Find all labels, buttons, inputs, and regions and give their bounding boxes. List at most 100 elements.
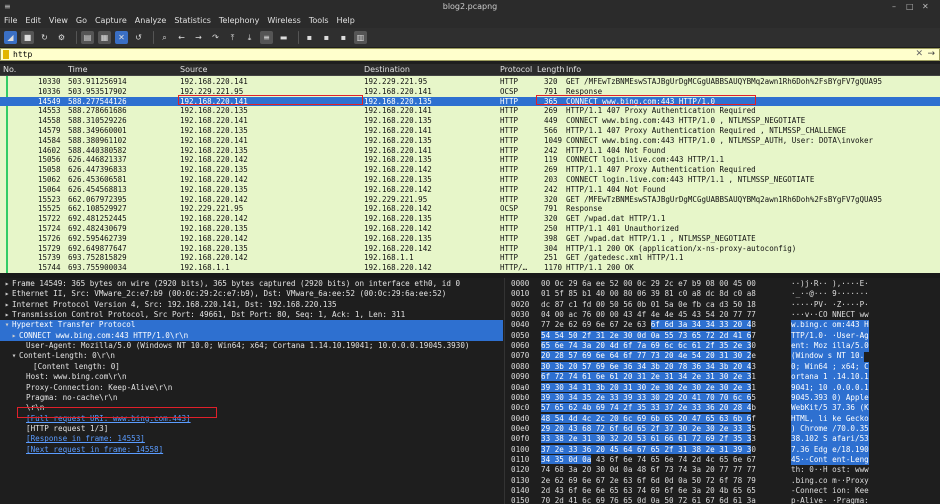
detail-line[interactable]: ▾ Hypertext Transfer Protocol — [0, 320, 503, 331]
find-packet-icon[interactable]: ⌕ — [158, 31, 171, 44]
menu-tools[interactable]: Tools — [309, 14, 329, 28]
menu-edit[interactable]: Edit — [25, 14, 41, 28]
detail-link[interactable]: [Response in frame: 14553] — [26, 434, 145, 443]
bytes-hex[interactable]: 39 30 34 31 3b 20 31 30 2e 30 2e 30 2e 3… — [541, 382, 756, 393]
resize-columns-icon[interactable]: ▥ — [354, 31, 367, 44]
bytes-ascii[interactable]: 45··Cont ent-Leng — [791, 454, 869, 466]
bytes-hex[interactable]: 01 5f 85 b1 40 00 80 06 39 81 c0 a8 dc 8… — [541, 289, 756, 299]
app-menu-icon[interactable]: ≡ — [4, 2, 11, 11]
bytes-hex[interactable]: 39 30 34 35 2e 33 39 33 30 29 20 41 70 7… — [541, 392, 756, 403]
bytes-hex[interactable]: 2d 43 6f 6e 6e 65 63 74 69 6f 6e 3a 20 4… — [541, 486, 756, 496]
bytes-ascii[interactable]: TTP/1.0· ·User-Ag — [791, 330, 869, 342]
zoom-in-icon[interactable]: ▪ — [303, 31, 316, 44]
bytes-ascii[interactable]: 38.102 S afari/53 — [791, 434, 869, 445]
bytes-hex[interactable]: 34 35 0d 0a 43 6f 6e 74 65 6e 74 2d 4c 6… — [541, 454, 756, 465]
bytes-hex[interactable]: 33 38 2e 31 30 32 20 53 61 66 61 72 69 2… — [541, 434, 756, 444]
menu-statistics[interactable]: Statistics — [174, 14, 211, 28]
maximize-icon[interactable]: □ — [906, 2, 914, 11]
detail-line[interactable]: ▸ Internet Protocol Version 4, Src: 192.1… — [0, 300, 503, 310]
column-header-source[interactable]: Source — [180, 65, 207, 74]
detail-line[interactable]: [Next request in frame: 14558] — [0, 445, 503, 455]
detail-line[interactable]: Proxy-Connection: Keep-Alive\r\n — [0, 383, 503, 393]
expand-icon[interactable]: ▸ — [2, 300, 12, 310]
menu-file[interactable]: File — [4, 14, 17, 28]
detail-line[interactable]: User-Agent: Mozilla/5.0 (Windows NT 10.0… — [0, 341, 503, 351]
bytes-ascii[interactable]: -Connect ion: Kee — [791, 486, 869, 496]
column-header-no[interactable]: No. — [3, 65, 16, 74]
bytes-ascii[interactable]: ·_··@··· 9······· — [791, 289, 869, 299]
close-icon[interactable]: ✕ — [922, 2, 929, 11]
packet-row[interactable]: 14584 588.380961102 192.168.220.141 192.168… — [0, 136, 940, 146]
go-forward-icon[interactable]: → — [192, 31, 205, 44]
menu-view[interactable]: View — [49, 14, 68, 28]
apply-filter-icon[interactable]: → — [927, 49, 935, 59]
bytes-hex[interactable]: 70 2d 41 6c 69 76 65 0d 0a 50 72 61 67 6… — [541, 496, 756, 504]
column-header-time[interactable]: Time — [68, 65, 88, 74]
bytes-ascii[interactable]: ) Chrome /70.0.35 — [791, 423, 869, 435]
column-header-length[interactable]: Length — [537, 65, 565, 74]
packet-row[interactable]: 15722 692.481252445 192.168.220.142 192.168… — [0, 214, 940, 224]
bytes-ascii[interactable]: 0; Win64 ; x64; C — [791, 361, 869, 373]
detail-line[interactable]: [Content length: 0] — [0, 362, 503, 372]
bytes-hex[interactable]: 57 65 62 4b 69 74 2f 35 33 37 2e 33 36 2… — [541, 403, 756, 413]
bytes-ascii[interactable]: p-Alive· ·Pragma: — [791, 496, 869, 504]
bytes-ascii[interactable]: w.bing.c om:443 H — [791, 320, 869, 331]
last-packet-icon[interactable]: ⤓ — [243, 31, 256, 44]
bytes-ascii[interactable]: 7.36 Edg e/18.190 — [791, 444, 869, 455]
bytes-hex[interactable]: 20 28 57 69 6e 64 6f 77 73 20 4e 54 20 3… — [541, 351, 756, 361]
packet-row[interactable]: 14549 588.277544126 192.168.220.141 192.168… — [0, 96, 940, 107]
detail-line[interactable]: ▾ Content-Length: 0\r\n — [0, 351, 503, 361]
bytes-hex[interactable]: 74 68 3a 20 30 0d 0a 48 6f 73 74 3a 20 7… — [541, 465, 756, 475]
display-filter-bar[interactable]: http ✕ → — [0, 48, 940, 61]
detail-line[interactable]: [HTTP request 1/3] — [0, 424, 503, 434]
filter-input[interactable]: http — [13, 50, 32, 59]
restart-capture-icon[interactable]: ↻ — [38, 31, 51, 44]
bytes-hex[interactable]: 04 00 ac 76 00 00 43 4f 4e 4e 45 43 54 2… — [541, 310, 756, 320]
bytes-hex[interactable]: 00 0c 29 6a ee 52 00 0c 29 2c e7 b9 08 0… — [541, 279, 756, 289]
menu-analyze[interactable]: Analyze — [135, 14, 167, 28]
packet-row[interactable]: 15729 692.649877647 192.168.220.135 192.168… — [0, 244, 940, 254]
packet-row[interactable]: 15062 626.453606581 192.168.220.142 192.168… — [0, 175, 940, 185]
capture-options-icon[interactable]: ⚙ — [55, 31, 68, 44]
packet-row[interactable]: 15064 626.454568813 192.168.220.135 192.168… — [0, 185, 940, 195]
go-to-packet-icon[interactable]: ↷ — [209, 31, 222, 44]
detail-line[interactable]: ▸ Frame 14549: 365 bytes on wire (2920 bi… — [0, 279, 503, 289]
menu-go[interactable]: Go — [76, 14, 87, 28]
bytes-hex[interactable]: 77 2e 62 69 6e 67 2e 63 6f 6d 3a 34 34 3… — [541, 320, 756, 330]
go-back-icon[interactable]: ← — [175, 31, 188, 44]
expand-icon[interactable]: ▸ — [9, 331, 19, 341]
bytes-hex[interactable]: 48 54 4d 4c 2c 20 6c 69 6b 65 20 47 65 6… — [541, 413, 756, 424]
packet-row[interactable]: 15058 626.447396833 192.168.220.135 192.168… — [0, 165, 940, 175]
packet-row[interactable]: 14558 588.310529226 192.168.220.141 192.168… — [0, 116, 940, 126]
reload-file-icon[interactable]: ↺ — [132, 31, 145, 44]
menu-capture[interactable]: Capture — [95, 14, 127, 28]
detail-line[interactable]: [Response in frame: 14553] — [0, 434, 503, 444]
save-file-icon[interactable]: ▦ — [98, 31, 111, 44]
menu-telephony[interactable]: Telephony — [219, 14, 259, 28]
start-capture-icon[interactable]: ◢ — [4, 31, 17, 44]
bytes-ascii[interactable]: .bing.co m··Proxy — [791, 476, 869, 486]
bytes-hex[interactable]: 37 2e 33 36 20 45 64 67 65 2f 31 38 2e 3… — [541, 444, 756, 455]
menu-help[interactable]: Help — [337, 14, 355, 28]
bytes-ascii[interactable]: WebKit/5 37.36 (K — [791, 403, 869, 414]
bytes-ascii[interactable]: th: 0··H ost: www — [791, 465, 869, 475]
packet-row[interactable]: 15739 693.752815829 192.168.220.142 192.168… — [0, 253, 940, 263]
open-file-icon[interactable]: ▤ — [81, 31, 94, 44]
zoom-out-icon[interactable]: ▪ — [320, 31, 333, 44]
packet-row[interactable]: 15523 662.067972395 192.168.220.142 192.229… — [0, 195, 940, 205]
bytes-ascii[interactable]: (Window s NT 10. — [791, 351, 865, 362]
bytes-ascii[interactable]: ··)j·R·· ),····E· — [791, 279, 869, 289]
packet-row[interactable]: 15726 692.595462739 192.168.220.142 192.168… — [0, 234, 940, 244]
bytes-ascii[interactable]: ···v··CO NNECT ww — [791, 310, 869, 320]
menu-wireless[interactable]: Wireless — [267, 14, 300, 28]
close-file-icon[interactable]: ✕ — [115, 31, 128, 44]
normal-size-icon[interactable]: ▪ — [337, 31, 350, 44]
packet-row[interactable]: 15525 662.108529927 192.229.221.95 192.168.… — [0, 204, 940, 214]
expand-icon[interactable]: ▸ — [2, 310, 12, 320]
expand-icon[interactable]: ▸ — [2, 279, 12, 289]
collapse-icon[interactable]: ▾ — [9, 351, 19, 361]
auto-scroll-icon[interactable]: ≡ — [260, 31, 273, 44]
packet-row[interactable]: 15724 692.482430679 192.168.220.135 192.168… — [0, 224, 940, 234]
packet-row[interactable]: 14602 588.440380582 192.168.220.135 192.168… — [0, 146, 940, 156]
packet-row[interactable]: 10330 503.911256914 192.168.220.141 192.229… — [0, 77, 940, 87]
